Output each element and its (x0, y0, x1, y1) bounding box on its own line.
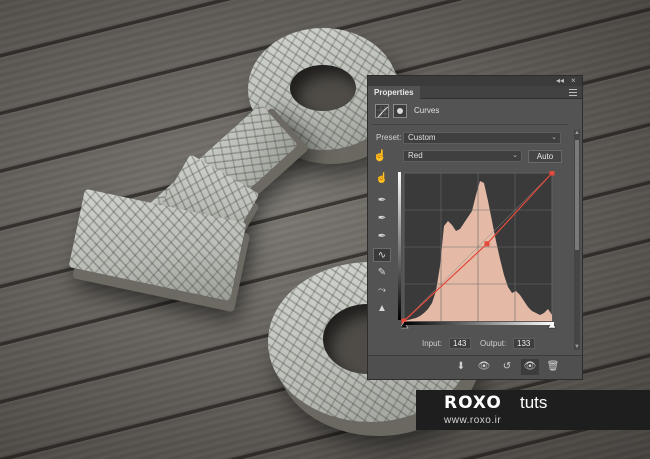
clipping-warning-icon[interactable]: ▲ (373, 302, 391, 316)
chevron-down-icon: ⌄ (512, 152, 518, 159)
channel-dropdown[interactable]: Red ⌄ (403, 150, 522, 162)
curve-point[interactable] (549, 171, 555, 176)
tab-properties[interactable]: Properties (368, 86, 420, 99)
brand-tag: tuts (520, 393, 548, 412)
panel-scrollbar[interactable]: ▲ ▼ (574, 130, 580, 350)
output-field[interactable]: 133 (513, 338, 535, 349)
preset-value: Custom (408, 133, 436, 142)
clip-to-layer-icon[interactable]: ⬇ (452, 359, 470, 375)
curve-points-icon[interactable]: ∿ (373, 248, 391, 262)
input-gradient-bar (404, 322, 554, 325)
input-label: Input: (422, 339, 443, 348)
panel-topbar: ◂◂ × (368, 76, 582, 86)
gray-point-eyedropper-icon[interactable]: ✒ (373, 212, 391, 226)
watermark: ROXO tuts www.roxo.ir (416, 390, 650, 430)
preset-row: Preset: Custom ⌄ (376, 132, 562, 144)
black-point-eyedropper-icon[interactable]: ✒ (373, 194, 391, 208)
smooth-icon[interactable]: ⤳ (373, 284, 391, 298)
reset-icon[interactable]: ↺ (498, 359, 516, 375)
collapse-icon[interactable]: ◂◂ (556, 76, 564, 86)
auto-button[interactable]: Auto (528, 150, 562, 163)
visibility-icon[interactable]: 👁 (521, 359, 539, 375)
curve-point[interactable] (484, 241, 490, 247)
output-label: Output: (480, 339, 507, 348)
scroll-up-icon[interactable]: ▲ (572, 130, 582, 136)
brand-logo: ROXO (444, 393, 502, 413)
panel-bottom-bar: ⬇ 👁 ↺ 👁 🗑 (368, 355, 582, 379)
brand-url: www.roxo.ir (444, 415, 502, 426)
preset-dropdown[interactable]: Custom ⌄ (403, 132, 561, 144)
curves-adjustment-icon[interactable] (375, 104, 389, 118)
input-output-row: Input: 143 Output: 133 (422, 338, 562, 350)
input-field[interactable]: 143 (449, 338, 471, 349)
panel-menu-icon[interactable] (569, 89, 577, 96)
divider (372, 124, 568, 125)
on-image-adjust-hand-icon[interactable]: ☝ (373, 150, 387, 162)
channel-row: ☝ Red ⌄ Auto (372, 150, 568, 164)
pencil-icon[interactable]: ✎ (373, 266, 391, 280)
chevron-down-icon: ⌄ (551, 134, 557, 141)
panel-tab-row: Properties (368, 86, 582, 99)
adjustment-title: Curves (414, 106, 440, 115)
layer-mask-icon[interactable] (393, 104, 407, 118)
channel-value: Red (408, 151, 423, 160)
preset-label: Preset: (376, 133, 402, 142)
view-previous-icon[interactable]: 👁 (475, 359, 493, 375)
curves-graph[interactable] (401, 171, 561, 329)
white-point-eyedropper-icon[interactable]: ✒ (373, 230, 391, 244)
properties-panel: ◂◂ × Properties Curves Preset: Custom ⌄ … (367, 75, 583, 380)
delete-icon[interactable]: 🗑 (544, 359, 562, 375)
on-image-adjust-icon[interactable]: ☝ (373, 172, 391, 186)
scroll-thumb[interactable] (575, 140, 579, 250)
close-icon[interactable]: × (571, 76, 576, 86)
scroll-down-icon[interactable]: ▼ (572, 344, 582, 350)
